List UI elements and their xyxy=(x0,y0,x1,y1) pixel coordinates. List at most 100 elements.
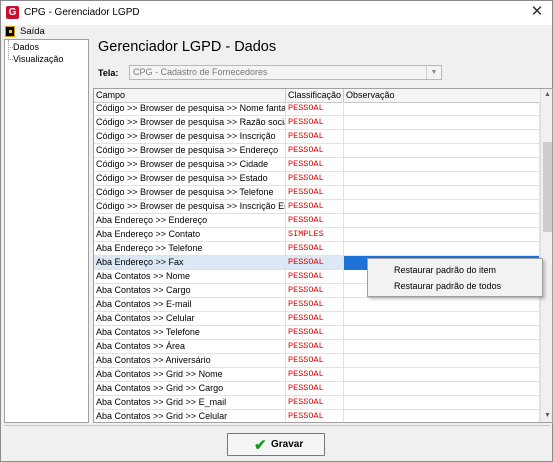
menu-saida[interactable]: Saída xyxy=(20,26,45,37)
cell-campo[interactable]: Aba Contatos >> Aniversário xyxy=(94,354,286,368)
cell-classificacao[interactable]: PESSOAL xyxy=(286,214,344,228)
cell-classificacao[interactable]: PESSOAL xyxy=(286,354,344,368)
cell-observacao[interactable] xyxy=(344,298,540,312)
cell-campo[interactable]: Código >> Browser de pesquisa >> Estado xyxy=(94,172,286,186)
cell-observacao[interactable] xyxy=(344,228,540,242)
cell-observacao[interactable] xyxy=(344,368,540,382)
cell-observacao[interactable] xyxy=(344,200,540,214)
cell-classificacao[interactable]: PESSOAL xyxy=(286,172,344,186)
tree-item-visualizacao[interactable]: Visualização xyxy=(13,54,63,64)
cell-classificacao[interactable]: PESSOAL xyxy=(286,340,344,354)
cell-classificacao[interactable]: SIMPLES xyxy=(286,228,344,242)
cell-observacao[interactable] xyxy=(344,130,540,144)
cell-observacao[interactable] xyxy=(344,144,540,158)
column-header-classificacao[interactable]: Classificação xyxy=(286,89,344,102)
table-row[interactable]: Aba Contatos >> Aniversário PESSOAL xyxy=(94,354,540,368)
cell-observacao[interactable] xyxy=(344,186,540,200)
cell-campo[interactable]: Aba Endereço >> Fax xyxy=(94,256,286,270)
table-row[interactable]: Código >> Browser de pesquisa >> Razão s… xyxy=(94,116,540,130)
cell-observacao[interactable] xyxy=(344,382,540,396)
cell-campo[interactable]: Aba Contatos >> Grid >> Celular xyxy=(94,410,286,422)
cell-classificacao[interactable]: PESSOAL xyxy=(286,256,344,270)
cell-observacao[interactable] xyxy=(344,102,540,116)
cell-campo[interactable]: Aba Contatos >> Nome xyxy=(94,270,286,284)
cell-classificacao[interactable]: PESSOAL xyxy=(286,396,344,410)
table-row[interactable]: Código >> Browser de pesquisa >> Inscriç… xyxy=(94,130,540,144)
gravar-button[interactable]: ✔ Gravar xyxy=(227,433,325,456)
cell-classificacao[interactable]: PESSOAL xyxy=(286,200,344,214)
cell-classificacao[interactable]: PESSOAL xyxy=(286,410,344,422)
cell-campo[interactable]: Aba Endereço >> Telefone xyxy=(94,242,286,256)
cell-observacao[interactable] xyxy=(344,242,540,256)
scroll-up-icon[interactable]: ▲ xyxy=(541,89,552,101)
cell-classificacao[interactable]: PESSOAL xyxy=(286,158,344,172)
cell-campo[interactable]: Aba Endereço >> Endereço xyxy=(94,214,286,228)
table-row[interactable]: Aba Contatos >> Grid >> E_mail PESSOAL xyxy=(94,396,540,410)
cell-campo[interactable]: Aba Contatos >> Área xyxy=(94,340,286,354)
table-row[interactable]: Aba Contatos >> Celular PESSOAL xyxy=(94,312,540,326)
cell-classificacao[interactable]: PESSOAL xyxy=(286,144,344,158)
table-row[interactable]: Aba Endereço >> Endereço PESSOAL xyxy=(94,214,540,228)
column-header-observacao[interactable]: Observação xyxy=(344,89,540,102)
cell-classificacao[interactable]: PESSOAL xyxy=(286,102,344,116)
cell-campo[interactable]: Código >> Browser de pesquisa >> Inscriç… xyxy=(94,200,286,214)
close-icon[interactable]: ✕ xyxy=(522,1,552,25)
cell-observacao[interactable] xyxy=(344,410,540,422)
cell-campo[interactable]: Código >> Browser de pesquisa >> Telefon… xyxy=(94,186,286,200)
cell-classificacao[interactable]: PESSOAL xyxy=(286,326,344,340)
cell-campo[interactable]: Aba Endereço >> Contato xyxy=(94,228,286,242)
table-row[interactable]: Aba Contatos >> E-mail PESSOAL xyxy=(94,298,540,312)
menu-item-restaurar-todos[interactable]: Restaurar padrão de todos xyxy=(394,281,501,291)
cell-classificacao[interactable]: PESSOAL xyxy=(286,312,344,326)
cell-observacao[interactable] xyxy=(344,326,540,340)
cell-campo[interactable]: Código >> Browser de pesquisa >> Nome fa… xyxy=(94,102,286,116)
cell-classificacao[interactable]: PESSOAL xyxy=(286,284,344,298)
table-row[interactable]: Aba Contatos >> Área PESSOAL xyxy=(94,340,540,354)
table-row[interactable]: Aba Contatos >> Grid >> Nome PESSOAL xyxy=(94,368,540,382)
table-row[interactable]: Código >> Browser de pesquisa >> Inscriç… xyxy=(94,200,540,214)
table-row[interactable]: Aba Contatos >> Grid >> Celular PESSOAL xyxy=(94,410,540,422)
cell-observacao[interactable] xyxy=(344,172,540,186)
cell-classificacao[interactable]: PESSOAL xyxy=(286,298,344,312)
cell-classificacao[interactable]: PESSOAL xyxy=(286,382,344,396)
cell-campo[interactable]: Código >> Browser de pesquisa >> Razão s… xyxy=(94,116,286,130)
cell-campo[interactable]: Código >> Browser de pesquisa >> Cidade xyxy=(94,158,286,172)
scroll-down-icon[interactable]: ▼ xyxy=(541,410,552,422)
table-row[interactable]: Aba Contatos >> Grid >> Cargo PESSOAL xyxy=(94,382,540,396)
cell-classificacao[interactable]: PESSOAL xyxy=(286,130,344,144)
tree-item-dados[interactable]: Dados xyxy=(13,42,39,52)
tela-select[interactable]: CPG - Cadastro de Fornecedores ▼ xyxy=(129,65,442,80)
cell-campo[interactable]: Aba Contatos >> Telefone xyxy=(94,326,286,340)
table-row[interactable]: Código >> Browser de pesquisa >> Nome fa… xyxy=(94,102,540,116)
cell-campo[interactable]: Aba Contatos >> Celular xyxy=(94,312,286,326)
cell-campo[interactable]: Aba Contatos >> Grid >> Nome xyxy=(94,368,286,382)
table-row[interactable]: Aba Endereço >> Contato SIMPLES xyxy=(94,228,540,242)
table-row[interactable]: Aba Contatos >> Telefone PESSOAL xyxy=(94,326,540,340)
table-row[interactable]: Código >> Browser de pesquisa >> Endereç… xyxy=(94,144,540,158)
cell-campo[interactable]: Aba Contatos >> E-mail xyxy=(94,298,286,312)
table-row[interactable]: Código >> Browser de pesquisa >> Telefon… xyxy=(94,186,540,200)
cell-observacao[interactable] xyxy=(344,354,540,368)
vertical-scrollbar[interactable]: ▲ ▼ xyxy=(540,89,552,422)
cell-observacao[interactable] xyxy=(344,312,540,326)
cell-classificacao[interactable]: PESSOAL xyxy=(286,270,344,284)
cell-observacao[interactable] xyxy=(344,396,540,410)
chevron-down-icon[interactable]: ▼ xyxy=(426,66,441,79)
cell-classificacao[interactable]: PESSOAL xyxy=(286,116,344,130)
exit-door-icon[interactable] xyxy=(5,26,15,37)
cell-campo[interactable]: Código >> Browser de pesquisa >> Inscriç… xyxy=(94,130,286,144)
table-row[interactable]: Aba Endereço >> Telefone PESSOAL xyxy=(94,242,540,256)
cell-classificacao[interactable]: PESSOAL xyxy=(286,186,344,200)
cell-campo[interactable]: Aba Contatos >> Grid >> E_mail xyxy=(94,396,286,410)
scrollbar-thumb[interactable] xyxy=(543,142,552,232)
menu-item-restaurar-item[interactable]: Restaurar padrão do item xyxy=(394,265,496,275)
cell-observacao[interactable] xyxy=(344,116,540,130)
cell-campo[interactable]: Aba Contatos >> Grid >> Cargo xyxy=(94,382,286,396)
cell-observacao[interactable] xyxy=(344,340,540,354)
table-row[interactable]: Código >> Browser de pesquisa >> Cidade P… xyxy=(94,158,540,172)
cell-campo[interactable]: Código >> Browser de pesquisa >> Endereç… xyxy=(94,144,286,158)
cell-campo[interactable]: Aba Contatos >> Cargo xyxy=(94,284,286,298)
cell-observacao[interactable] xyxy=(344,214,540,228)
cell-classificacao[interactable]: PESSOAL xyxy=(286,242,344,256)
cell-observacao[interactable] xyxy=(344,158,540,172)
